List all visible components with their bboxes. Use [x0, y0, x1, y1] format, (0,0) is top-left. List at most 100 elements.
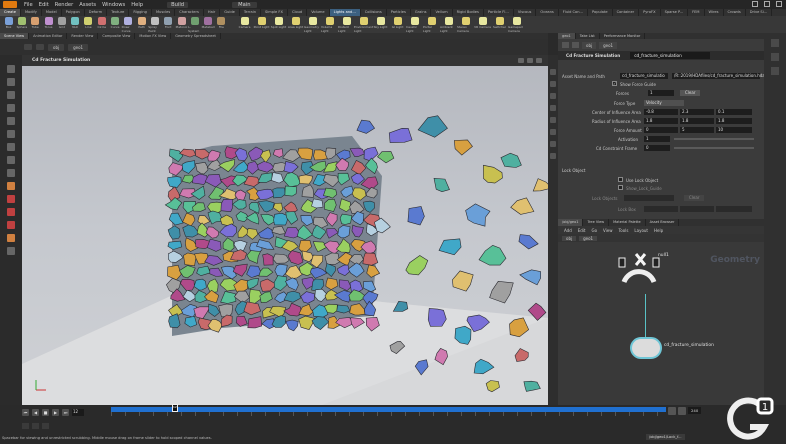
shelf-tab[interactable]: Characters	[175, 9, 204, 16]
snap-icon[interactable]	[7, 247, 15, 255]
shelf-tool[interactable]: L-System	[188, 16, 201, 33]
shelf-tool[interactable]: Null	[68, 16, 81, 33]
shelf-tab[interactable]: FEM	[688, 9, 705, 16]
normals-icon[interactable]	[550, 117, 556, 123]
light-tool[interactable]: Sky Light	[372, 16, 389, 33]
shelf-tab[interactable]: Populate	[588, 9, 613, 16]
move-tool-icon[interactable]	[7, 78, 15, 86]
shelf-tab[interactable]: Model	[42, 9, 62, 16]
shelf-tab[interactable]: Deform	[85, 9, 108, 16]
lighting-icon[interactable]	[550, 141, 556, 147]
light-tool[interactable]: VR Camera	[474, 16, 491, 33]
tab-tree-view[interactable]: Tree View	[583, 219, 610, 226]
network-editor[interactable]: /obj/geo1 Tree View Material Palette Ass…	[558, 219, 764, 405]
handle-tool-icon[interactable]	[7, 117, 15, 125]
point-numbers-icon[interactable]	[550, 129, 556, 135]
shelf-tab[interactable]: Rigid Bodies	[453, 9, 484, 16]
shelf-tab[interactable]: Muscles	[152, 9, 176, 16]
constraint-field[interactable]: 0	[644, 145, 670, 151]
points-select-icon[interactable]	[7, 195, 15, 203]
scale-tool-icon[interactable]	[7, 104, 15, 112]
shelf-tab[interactable]: Hair	[204, 9, 221, 16]
net-menu-edit[interactable]: Edit	[578, 228, 586, 233]
lock-objects-field[interactable]	[624, 195, 674, 201]
jump-end-button[interactable]: ⏭	[62, 408, 69, 416]
back-button[interactable]	[562, 42, 569, 48]
persp-menu-button[interactable]	[536, 58, 542, 63]
shelf-tool[interactable]: Font	[162, 16, 175, 33]
shelf-tool[interactable]: Sphere	[15, 16, 28, 33]
lock-clear-button[interactable]: Clear	[684, 195, 705, 201]
breadcrumb-geo1[interactable]: geo1	[68, 43, 89, 51]
back-button[interactable]	[24, 44, 32, 50]
forward-button[interactable]	[36, 44, 44, 50]
end-frame-field[interactable]: 240	[688, 407, 702, 414]
tab-network[interactable]: /obj/geo1	[558, 219, 584, 226]
shelf-tab[interactable]: Vellum	[431, 9, 453, 16]
light-tool[interactable]: Camera	[236, 16, 253, 33]
shelf-tool[interactable]: Curve	[108, 16, 121, 33]
light-tool[interactable]: Environment Light	[354, 16, 373, 33]
asset-name-field[interactable]: cd_fracture_simulatio	[620, 73, 668, 79]
show-lock-checkbox[interactable]	[618, 185, 623, 190]
background-icon[interactable]	[550, 153, 556, 159]
jump-start-button[interactable]: ⏮	[22, 408, 29, 416]
shelf-tool[interactable]: Platonic	[175, 16, 188, 33]
shelf-tool[interactable]: Grid	[55, 16, 68, 33]
tab-asset-browser[interactable]: Asset Browser	[646, 219, 680, 226]
play-button[interactable]: ▶	[52, 408, 59, 416]
breadcrumb-obj[interactable]: obj	[48, 43, 65, 51]
shelf-tool[interactable]: Metaball	[201, 16, 215, 33]
center-x-field[interactable]: -0.8	[644, 109, 678, 115]
light-tool[interactable]: Distant Light	[338, 16, 355, 33]
magnet-icon[interactable]	[7, 234, 15, 242]
menu-windows[interactable]: Windows	[102, 2, 125, 8]
shelf-tool[interactable]: Draw Curve	[122, 16, 135, 33]
shelf-tab[interactable]: Simple FX	[261, 9, 288, 16]
timeline-cursor[interactable]: 12	[172, 404, 178, 412]
close-button[interactable]	[776, 1, 782, 7]
null-node[interactable]	[614, 252, 664, 302]
light-tool[interactable]: Gamepad Camera	[508, 16, 525, 33]
shelf-tab[interactable]: Sparse P...	[661, 9, 689, 16]
render-region-icon[interactable]	[7, 169, 15, 177]
shelf-tab[interactable]: Oceans	[536, 9, 559, 16]
light-tool[interactable]: Area Light	[287, 16, 304, 33]
breadcrumb-geo1[interactable]: geo1	[579, 235, 598, 241]
maximize-button[interactable]	[764, 1, 770, 7]
shelf-tab[interactable]: Particle Fl...	[484, 9, 514, 16]
stop-button[interactable]: ■	[42, 408, 49, 416]
scene-viewport[interactable]: Cd Fracture Simulation	[22, 55, 548, 405]
shelf-tab[interactable]: Create	[0, 9, 21, 16]
force-amount-y-field[interactable]: 5	[680, 127, 714, 133]
shelf-tab[interactable]: Modify	[21, 9, 42, 16]
shelf-tool[interactable]: Box	[2, 16, 15, 33]
activation-slider[interactable]	[674, 138, 754, 140]
shelf-tab[interactable]: PyroFX	[639, 9, 661, 16]
activation-field[interactable]: 1	[644, 136, 670, 142]
light-tool[interactable]: Portal Light	[423, 16, 440, 33]
light-tool[interactable]: Volume Light	[321, 16, 338, 33]
pin-icon[interactable]	[771, 39, 779, 47]
shelf-tool[interactable]: Line	[82, 16, 95, 33]
shelf-tool[interactable]: Tube	[29, 16, 42, 33]
display-options-icon[interactable]	[550, 69, 556, 75]
desktop-selector[interactable]: Build	[167, 1, 189, 8]
radius-x-field[interactable]: 1.8	[644, 118, 678, 124]
show-force-guide-checkbox[interactable]: ✓	[612, 81, 617, 86]
shelf-tab[interactable]: Cloud	[288, 9, 308, 16]
brush-tool-icon[interactable]	[7, 156, 15, 164]
center-z-field[interactable]: 0.1	[716, 109, 752, 115]
minimize-button[interactable]	[752, 1, 758, 7]
net-menu-add[interactable]: Add	[564, 228, 572, 233]
pose-tool-icon[interactable]	[7, 130, 15, 138]
shelf-tab[interactable]: Rigging	[129, 9, 152, 16]
key-icon[interactable]	[678, 407, 686, 415]
menu-edit[interactable]: Edit	[39, 2, 49, 8]
ghost-icon[interactable]	[550, 105, 556, 111]
breadcrumb-geo1[interactable]: geo1	[599, 41, 618, 49]
lock-box-x-field[interactable]	[644, 206, 678, 212]
shelf-tab[interactable]: Terrain	[240, 9, 261, 16]
radius-z-field[interactable]: 1.8	[716, 118, 752, 124]
net-menu-view[interactable]: View	[603, 228, 613, 233]
